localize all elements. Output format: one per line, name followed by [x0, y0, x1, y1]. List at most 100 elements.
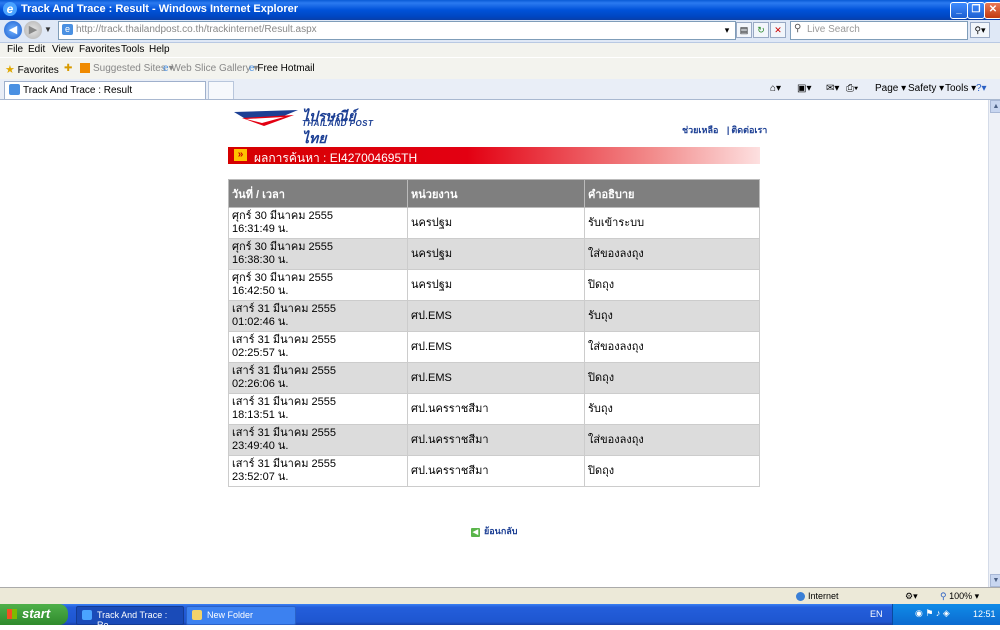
cell-time: 02:25:57 น. [232, 347, 289, 359]
search-input[interactable]: Live Search [807, 24, 860, 35]
cell-date: เสาร์ 31 มีนาคม 2555 [232, 427, 336, 439]
compatibility-view-icon[interactable]: ▤ [736, 22, 752, 38]
contact-link[interactable]: ติดต่อเรา [731, 125, 767, 135]
table-row: ศุกร์ 30 มีนาคม 2555 16:38:30 น. นครปฐม ใ… [228, 238, 760, 270]
address-dropdown-icon[interactable]: ▾ [720, 23, 734, 37]
cell-office: นครปฐม [407, 207, 585, 239]
cell-office: นครปฐม [407, 269, 585, 301]
suggested-sites-label: Suggested Sites ▾ [93, 63, 174, 74]
zoom-level[interactable]: ⚲ 100% ▾ [940, 591, 979, 602]
cell-description: รับถุง [584, 393, 760, 425]
cell-date: เสาร์ 31 มีนาคม 2555 [232, 396, 336, 408]
table-row: เสาร์ 31 มีนาคม 2555 01:02:46 น. ศป.EMS ร… [228, 300, 760, 332]
tab-track-and-trace[interactable]: Track And Trace : Result [4, 81, 206, 99]
table-row: เสาร์ 31 มีนาคม 2555 02:25:57 น. ศป.EMS ใ… [228, 331, 760, 363]
scroll-up-icon[interactable]: ▲ [990, 100, 1000, 113]
cell-datetime: เสาร์ 31 มีนาคม 2555 01:02:46 น. [228, 300, 408, 332]
windows-flag-icon [7, 609, 17, 619]
history-dropdown-icon[interactable]: ▼ [44, 25, 52, 34]
address-bar[interactable]: e http://track.thailandpost.co.th/tracki… [58, 21, 736, 40]
cell-date: เสาร์ 31 มีนาคม 2555 [232, 303, 336, 315]
zoom-icon: ⚲ [940, 591, 947, 601]
result-label: ผลการค้นหา : EI427004695TH [254, 151, 418, 165]
taskbar-item-label: Track And Trace : Re... [97, 610, 168, 630]
logo-english-text: THAILAND POST [302, 119, 374, 128]
cell-time: 16:38:30 น. [232, 254, 289, 266]
scroll-down-icon[interactable]: ▼ [990, 574, 1000, 587]
maximize-button[interactable]: ❐ [967, 2, 985, 19]
safety-menu[interactable]: Safety ▾ [908, 83, 944, 94]
taskbar-item-folder[interactable]: New Folder [186, 606, 296, 625]
language-indicator[interactable]: EN [870, 609, 883, 619]
back-link[interactable]: ◀ ย้อนกลับ [471, 524, 518, 538]
cell-date: เสาร์ 31 มีนาคม 2555 [232, 458, 336, 470]
stop-icon[interactable]: ✕ [770, 22, 786, 38]
ie-icon: e [3, 2, 17, 16]
cell-datetime: เสาร์ 31 มีนาคม 2555 02:26:06 น. [228, 362, 408, 394]
tab-page-icon [9, 84, 20, 95]
tray-icons[interactable]: ◉ ⚑ ♪ ◈ [915, 608, 950, 619]
logo-thai-text: ไปรษณีย์ไทย [302, 108, 356, 146]
protected-mode-icon[interactable]: ⚙▾ [905, 591, 918, 602]
cell-office: ศป.EMS [407, 362, 585, 394]
vertical-scrollbar[interactable]: ▲ ▼ [988, 100, 1000, 587]
minimize-button[interactable]: _ [950, 2, 968, 19]
tracking-table: วันที่ / เวลา หน่วยงาน คำอธิบาย ศุกร์ 30… [228, 179, 760, 487]
back-arrow-icon: ◀ [471, 528, 480, 537]
feeds-icon[interactable]: ▣▾ [797, 83, 811, 94]
cell-office: ศป.นครราชสีมา [407, 393, 585, 425]
home-icon[interactable]: ⌂▾ [770, 83, 781, 94]
favorites-bar: ★ Favorites ✚ Suggested Sites ▾ e Web Sl… [0, 57, 1000, 81]
free-hotmail-link[interactable]: e Free Hotmail [249, 63, 315, 74]
cell-datetime: ศุกร์ 30 มีนาคม 2555 16:38:30 น. [228, 238, 408, 270]
back-label: ย้อนกลับ [484, 526, 518, 536]
window-title-bar: e Track And Trace : Result - Windows Int… [0, 0, 1000, 20]
live-search-box[interactable]: ⚲ Live Search [790, 21, 968, 40]
new-tab-button[interactable] [208, 81, 234, 99]
menu-edit[interactable]: Edit [28, 44, 45, 55]
add-favorites-icon[interactable]: ✚ [64, 63, 72, 74]
cell-office: ศป.นครราชสีมา [407, 424, 585, 456]
menu-favorites[interactable]: Favorites [79, 44, 120, 55]
tab-row: Track And Trace : Result ⌂▾ ▣▾ ✉▾ ⎙▾ Pag… [0, 79, 1000, 100]
menu-help[interactable]: Help [149, 44, 170, 55]
ie-icon [82, 610, 92, 620]
result-header-bar: » ผลการค้นหา : EI427004695TH [228, 147, 760, 165]
column-header-office: หน่วยงาน [407, 179, 585, 208]
page-menu[interactable]: Page ▾ [875, 83, 906, 94]
security-zone: Internet [796, 591, 839, 602]
search-go-button[interactable]: ⚲▾ [970, 22, 990, 38]
tools-menu[interactable]: Tools ▾ [945, 83, 976, 94]
zoom-value: 100% [949, 591, 973, 601]
cell-datetime: เสาร์ 31 มีนาคม 2555 23:52:07 น. [228, 455, 408, 487]
menu-view[interactable]: View [52, 44, 74, 55]
refresh-icon[interactable]: ↻ [753, 22, 769, 38]
favorites-label: Favorites [17, 65, 59, 76]
forward-nav-button[interactable]: ▶ [24, 21, 42, 39]
help-icon[interactable]: ?▾ [976, 83, 987, 94]
close-button[interactable]: ✕ [984, 2, 1000, 19]
clock: 12:51 [973, 609, 996, 619]
cell-description: รับถุง [584, 300, 760, 332]
suggested-sites[interactable]: Suggested Sites ▾ [80, 63, 174, 74]
taskbar-item-ie[interactable]: Track And Trace : Re... [76, 606, 184, 630]
taskbar-item-label: New Folder [207, 610, 254, 620]
mail-icon[interactable]: ✉▾ [826, 83, 839, 94]
cell-datetime: เสาร์ 31 มีนาคม 2555 18:13:51 น. [228, 393, 408, 425]
column-header-datetime: วันที่ / เวลา [228, 179, 408, 208]
web-slice-gallery[interactable]: e Web Slice Gallery ▾ [163, 63, 258, 74]
cell-date: เสาร์ 31 มีนาคม 2555 [232, 334, 336, 346]
table-row: เสาร์ 31 มีนาคม 2555 23:52:07 น. ศป.นครรา… [228, 455, 760, 487]
start-button[interactable]: start [0, 604, 68, 625]
cell-description: ใส่ของลงถุง [584, 424, 760, 456]
print-icon[interactable]: ⎙▾ [846, 83, 858, 94]
cell-time: 16:42:50 น. [232, 285, 289, 297]
help-link[interactable]: ช่วยเหลือ [682, 125, 718, 135]
cell-date: เสาร์ 31 มีนาคม 2555 [232, 365, 336, 377]
menu-file[interactable]: File [7, 44, 23, 55]
address-url[interactable]: http://track.thailandpost.co.th/trackint… [76, 24, 317, 35]
menu-tools[interactable]: Tools [121, 44, 144, 55]
cell-datetime: ศุกร์ 30 มีนาคม 2555 16:42:50 น. [228, 269, 408, 301]
favorites-button[interactable]: ★ Favorites [5, 63, 59, 76]
back-nav-button[interactable]: ◀ [4, 21, 22, 39]
